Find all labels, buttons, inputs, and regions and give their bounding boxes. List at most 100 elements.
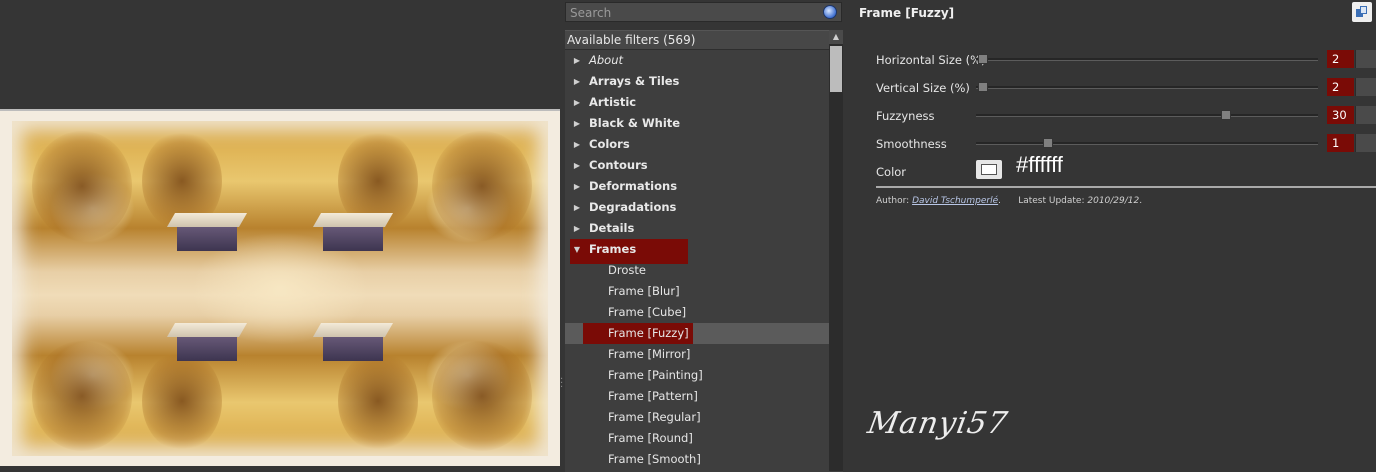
category-row[interactable]: ▶ Degradations <box>565 197 829 218</box>
preview-picture <box>12 121 548 456</box>
expand-right-arrow-icon[interactable]: ▶ <box>571 155 583 176</box>
detach-window-icon[interactable] <box>1352 2 1372 22</box>
category-label: Artistic <box>589 95 637 109</box>
filter-row[interactable]: Frame [Blur] <box>565 281 829 302</box>
params-pane: Frame [Fuzzy] Horizontal Size (%) 2 Vertic… <box>846 0 1376 471</box>
expand-right-arrow-icon[interactable]: ▶ <box>571 197 583 218</box>
filter-label: Frame [Pattern] <box>608 389 698 403</box>
spin-buttons[interactable] <box>1355 50 1376 68</box>
slider-label: Smoothness <box>876 137 947 151</box>
author-info: Author: David Tschumperlé. Latest Update… <box>876 196 1142 206</box>
tree-shape <box>32 131 132 241</box>
filter-label: Frame [Painting] <box>608 368 703 382</box>
category-row[interactable]: ▶ Contours <box>565 155 829 176</box>
spin-buttons[interactable] <box>1355 134 1376 152</box>
slider-handle[interactable] <box>1042 138 1053 148</box>
update-prefix: Latest Update: <box>1018 196 1085 206</box>
expand-right-arrow-icon[interactable]: ▶ <box>571 218 583 239</box>
preview-pane <box>0 0 560 471</box>
color-hex-value: #ffffff <box>1016 152 1063 177</box>
category-row[interactable]: ▶ Colors <box>565 134 829 155</box>
slider-track[interactable] <box>976 138 1318 148</box>
category-label: About <box>589 53 624 67</box>
color-label: Color <box>876 165 907 179</box>
color-picker-button[interactable] <box>976 160 1002 179</box>
expand-right-arrow-icon[interactable]: ▶ <box>571 50 583 71</box>
author-prefix: Author: <box>876 196 910 206</box>
category-row[interactable]: ▼ Frames <box>565 239 829 264</box>
filter-label: Frame [Smooth] <box>608 452 701 466</box>
filter-label: Frame [Mirror] <box>608 347 691 361</box>
category-row[interactable]: ▶ About <box>565 50 829 71</box>
filter-row[interactable]: Frame [Cube] <box>565 302 829 323</box>
slider-value-field[interactable]: 2 <box>1327 78 1354 96</box>
category-row[interactable]: ▶ Black & White <box>565 113 829 134</box>
tree-shape <box>432 341 532 451</box>
filter-row[interactable]: Frame [Painting] <box>565 365 829 386</box>
house-shape <box>323 225 383 251</box>
spin-buttons[interactable] <box>1355 78 1376 96</box>
filter-row[interactable]: Droste <box>565 260 829 281</box>
slider-handle[interactable] <box>1220 110 1231 120</box>
spin-buttons[interactable] <box>1355 106 1376 124</box>
slider-value-field[interactable]: 2 <box>1327 50 1354 68</box>
category-row[interactable]: ▶ Details <box>565 218 829 239</box>
filter-scrollbar[interactable]: ▲ <box>829 30 843 471</box>
filter-label: Frame [Fuzzy] <box>608 326 689 340</box>
filter-row[interactable]: Frame [Smooth] <box>565 449 829 470</box>
tree-shape <box>432 131 532 241</box>
category-label: Black & White <box>589 116 681 130</box>
category-row[interactable]: ▶ Deformations <box>565 176 829 197</box>
filter-label: Droste <box>608 263 646 277</box>
filter-tree[interactable]: Available filters (569) ▶ About ▶ Arrays & … <box>565 30 843 472</box>
author-suffix: . <box>998 196 1002 206</box>
expand-right-arrow-icon[interactable]: ▶ <box>571 113 583 134</box>
tree-shape <box>142 351 222 451</box>
house-shape <box>177 225 237 251</box>
slider-value-field[interactable]: 1 <box>1327 134 1354 152</box>
filter-pane: Search Available filters (569) ▶ About ▶ Ar… <box>564 0 844 472</box>
slider-label: Horizontal Size (%) <box>876 53 986 67</box>
category-row[interactable]: ▶ Arrays & Tiles <box>565 71 829 92</box>
category-label: Degradations <box>589 200 677 214</box>
expand-right-arrow-icon[interactable]: ▶ <box>571 92 583 113</box>
slider-label: Vertical Size (%) <box>876 81 970 95</box>
filter-label: Frame [Blur] <box>608 284 680 298</box>
filter-tree-header: Available filters (569) <box>565 31 831 50</box>
filter-label: Frame [Regular] <box>608 410 701 424</box>
expand-right-arrow-icon[interactable]: ▶ <box>571 71 583 92</box>
search-icon[interactable] <box>823 5 837 19</box>
filter-row[interactable]: Frame [Regular] <box>565 407 829 428</box>
filter-title: Frame [Fuzzy] <box>859 6 955 20</box>
preview-image[interactable] <box>0 109 560 466</box>
slider-track[interactable] <box>976 82 1318 92</box>
author-link[interactable]: David Tschumperlé <box>912 196 998 206</box>
expand-right-arrow-icon[interactable]: ▶ <box>571 176 583 197</box>
slider-handle[interactable] <box>977 82 988 92</box>
category-row[interactable]: ▶ Artistic <box>565 92 829 113</box>
watermark-signature: Manyi57 <box>864 406 1011 441</box>
tree-shape <box>338 351 418 451</box>
filter-row[interactable]: Frame [Round] <box>565 428 829 449</box>
scroll-up-arrow-icon[interactable]: ▲ <box>829 30 843 44</box>
expand-right-arrow-icon[interactable]: ▶ <box>571 134 583 155</box>
slider-track[interactable] <box>976 110 1318 120</box>
slider-track[interactable] <box>976 54 1318 64</box>
house-shape <box>323 335 383 361</box>
filter-row[interactable]: Frame [Pattern] <box>565 386 829 407</box>
slider-label: Fuzzyness <box>876 109 935 123</box>
scroll-thumb[interactable] <box>830 46 842 92</box>
category-label: Contours <box>589 158 648 172</box>
expand-down-arrow-icon[interactable]: ▼ <box>571 239 583 260</box>
filter-row[interactable]: Frame [Mirror] <box>565 344 829 365</box>
slider-handle[interactable] <box>977 54 988 64</box>
search-input[interactable]: Search <box>565 2 842 22</box>
search-placeholder: Search <box>570 6 612 20</box>
filter-row[interactable]: Frame [Fuzzy] <box>565 323 829 344</box>
house-shape <box>177 335 237 361</box>
category-label: Deformations <box>589 179 678 193</box>
category-label: Colors <box>589 137 630 151</box>
slider-value-field[interactable]: 30 <box>1327 106 1354 124</box>
filter-label: Frame [Cube] <box>608 305 687 319</box>
update-date: 2010/29/12 <box>1087 196 1140 206</box>
